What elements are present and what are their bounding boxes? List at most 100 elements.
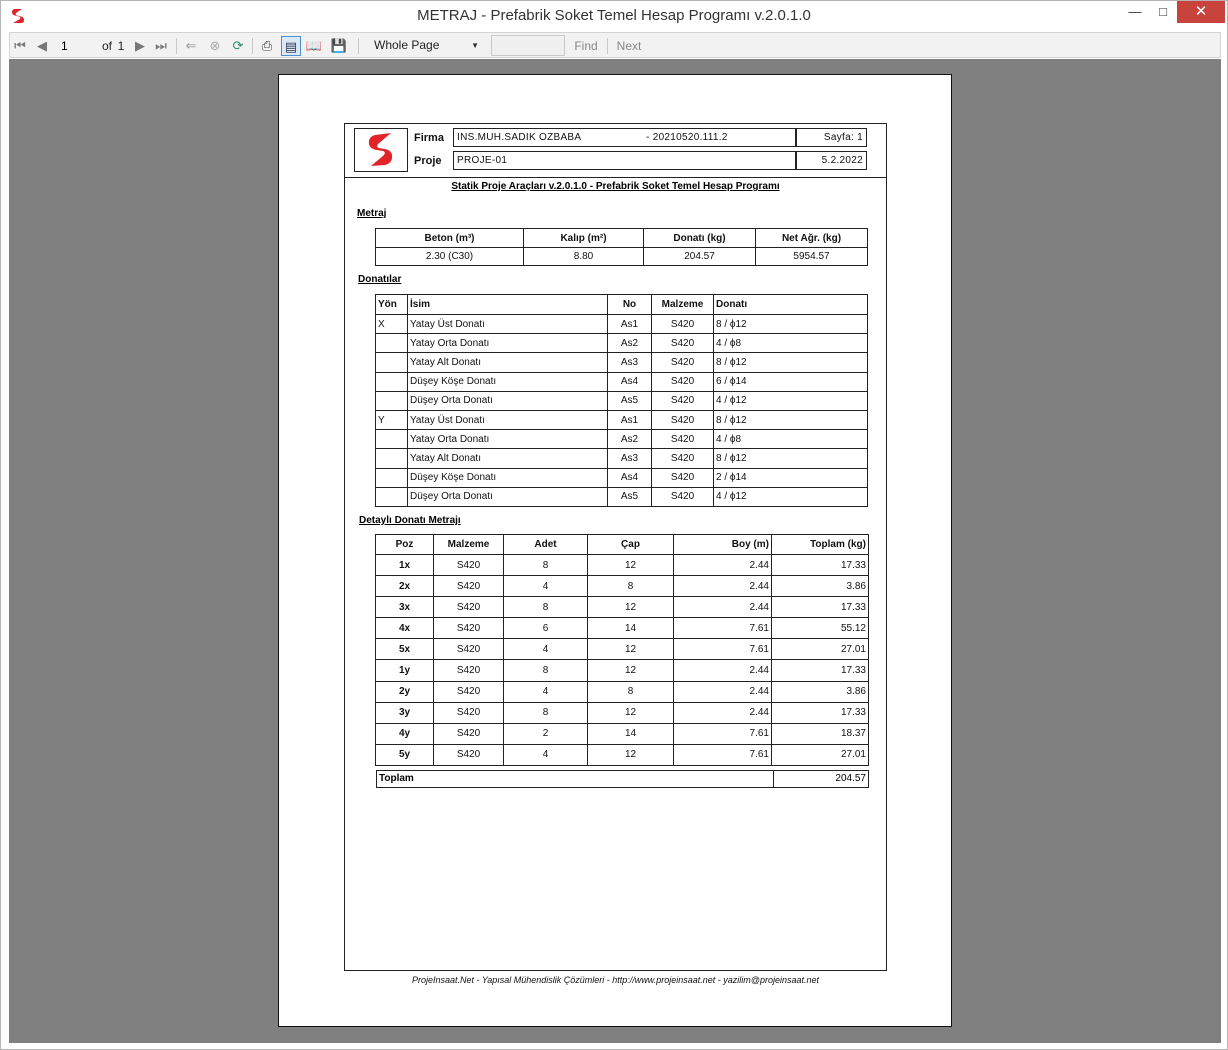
report-date: 5.2.2022 [796,151,867,170]
detay-cell: 55.12 [771,617,869,639]
detay-cell: 8 [503,596,588,618]
donatilar-cell: As5 [607,486,652,507]
donatilar-cell: Yatay Alt Donatı [407,448,608,469]
find-button[interactable]: Find [572,36,600,56]
detay-cell: 12 [587,638,674,660]
detay-cell: 4x [375,617,434,639]
donatilar-cell: As3 [607,352,652,373]
export-icon[interactable]: 💾▾ [328,36,350,73]
donatilar-cell: 8 / ϕ12 [713,313,868,335]
donatilar-cell: As3 [607,448,652,469]
last-page-icon[interactable]: ⏭ [152,36,170,56]
detay-cell: 2.44 [673,680,772,703]
donatilar-cell: S420 [651,313,714,335]
donatilar-cell: 8 / ϕ12 [713,409,868,431]
report-page: Firma INS.MUH.SADIK OZBABA - 20210520.11… [278,74,952,1027]
maximize-button[interactable]: □ [1149,1,1177,23]
window-title: METRAJ - Prefabrik Soket Temel Hesap Pro… [417,7,811,24]
donatilar-cell: Y [375,409,408,431]
donatilar-cell: S420 [651,390,714,411]
detay-cell: 4 [503,680,588,703]
prev-page-icon[interactable]: ◀ [34,36,50,56]
donatilar-cell: 4 / ϕ12 [713,390,868,411]
page-count: Sayfa: 1 [796,128,867,147]
donatilar-header: İsim [407,294,608,315]
donatilar-cell: As1 [607,313,652,335]
donatilar-table: Yön İsim No Malzeme Donatı X Yatay Üst Do… [375,294,868,507]
detay-cell: 2.44 [673,596,772,618]
donatilar-cell: 8 / ϕ12 [713,352,868,373]
next-button[interactable]: Next [614,36,644,56]
detay-cell: 8 [503,701,588,724]
stop-icon[interactable]: ⊗ [206,36,224,56]
firma-label: Firma [414,132,444,144]
minimize-button[interactable]: — [1121,1,1149,23]
donatilar-cell [375,429,408,450]
detay-header: Poz [375,534,434,555]
detay-cell: 8 [587,575,674,597]
print-icon[interactable]: ⎙ [258,36,276,56]
detay-cell: 4 [503,743,588,766]
donatilar-heading: Donatılar [358,274,402,285]
donatilar-cell: As4 [607,467,652,488]
detay-cell: S420 [433,701,504,724]
total-row: Toplam 204.57 [376,770,869,788]
donatilar-cell: S420 [651,486,714,507]
detay-cell: S420 [433,575,504,597]
donatilar-cell: As4 [607,371,652,392]
donatilar-header: Malzeme [651,294,714,315]
donatilar-cell: Düşey Orta Donatı [407,390,608,411]
detay-cell: 27.01 [771,638,869,660]
donatilar-cell: Düşey Köşe Donatı [407,371,608,392]
chevron-down-icon: ▼ [471,41,479,50]
detay-row: 3x S420 8 12 2.44 17.33 [375,596,869,618]
donatilar-cell: 4 / ϕ8 [713,429,868,450]
proje-value: PROJE-01 [453,151,796,170]
print-layout-icon[interactable]: ▤ [281,36,301,56]
donatilar-cell: 4 / ϕ8 [713,333,868,354]
find-input[interactable] [491,35,565,56]
metraj-table: Beton (m³) Kalıp (m²) Donatı (kg) Net Ağ… [375,228,868,266]
refresh-icon[interactable]: ⟳ [229,36,247,56]
detay-cell: 3y [375,701,434,724]
next-page-icon[interactable]: ▶ [132,36,148,56]
metraj-header: Net Ağr. (kg) [755,228,868,248]
close-button[interactable]: ✕ [1177,1,1225,23]
detay-cell: 12 [587,553,674,576]
zoom-select[interactable]: Whole Page ▼ [370,35,482,56]
proje-label: Proje [414,155,442,167]
detay-cell: 12 [587,659,674,682]
page-number-input[interactable] [57,36,97,55]
detay-row: 4y S420 2 14 7.61 18.37 [375,722,869,745]
firma-field: INS.MUH.SADIK OZBABA - 20210520.111.2 [453,128,796,147]
detay-cell: S420 [433,722,504,745]
detay-cell: 17.33 [771,659,869,682]
page-setup-icon[interactable]: 📖 [305,36,323,56]
detay-cell: 14 [587,722,674,745]
detay-cell: S420 [433,659,504,682]
donatilar-cell: As2 [607,333,652,354]
total-value: 204.57 [835,773,866,784]
donatilar-cell: Yatay Orta Donatı [407,333,608,354]
detay-cell: 4 [503,575,588,597]
detay-cell: 27.01 [771,743,869,766]
donatilar-cell [375,486,408,507]
detay-cell: 5y [375,743,434,766]
detay-row: 2y S420 4 8 2.44 3.86 [375,680,869,703]
donatilar-row: Yatay Alt Donatı As3 S420 8 / ϕ12 [375,352,868,373]
donatilar-row: Yatay Alt Donatı As3 S420 8 / ϕ12 [375,448,868,469]
app-window: METRAJ - Prefabrik Soket Temel Hesap Pro… [0,0,1228,1050]
donatilar-cell: As2 [607,429,652,450]
detay-header: Çap [587,534,674,555]
back-icon[interactable]: ⇐ [183,36,199,56]
report-viewer[interactable]: Firma INS.MUH.SADIK OZBABA - 20210520.11… [9,59,1221,1043]
donatilar-cell: Yatay Üst Donatı [407,409,608,431]
donatilar-cell: S420 [651,371,714,392]
donatilar-row: Düşey Orta Donatı As5 S420 4 / ϕ12 [375,486,868,507]
donatilar-cell: Yatay Üst Donatı [407,313,608,335]
detay-cell: 7.61 [673,617,772,639]
first-page-icon[interactable]: ⏮ [12,36,28,56]
donatilar-header: Donatı [713,294,868,315]
donatilar-cell: S420 [651,409,714,431]
detay-cell: S420 [433,743,504,766]
